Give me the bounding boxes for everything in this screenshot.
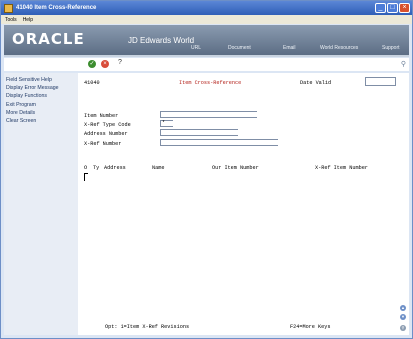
menu-tools[interactable]: Tools (5, 17, 17, 23)
grid-header-o: O (84, 165, 88, 171)
minimize-icon[interactable]: _ (375, 3, 386, 13)
form-title: Item Cross-Reference (179, 80, 242, 86)
menu-bar: Tools Help (1, 15, 412, 24)
nav-url[interactable]: URL (191, 45, 201, 51)
jde-world-logo: JD Edwards World (128, 36, 195, 45)
grid-header-ty: Ty (93, 165, 100, 171)
right-tool-strip: ▲ ▼ ⚲ (398, 73, 409, 335)
maximize-icon[interactable]: □ (387, 3, 398, 13)
sidebar-item-field-sensitive-help[interactable]: Field Sensitive Help (4, 76, 78, 84)
nav-document[interactable]: Document (228, 45, 251, 51)
footer-function-keys: F24=More Keys (290, 324, 331, 330)
grid-option-input[interactable] (84, 173, 88, 181)
sidebar-item-display-functions[interactable]: Display Functions (4, 92, 78, 100)
sidebar-item-display-error-message[interactable]: Display Error Message (4, 84, 78, 92)
grid-header-our-item: Our Item Number (212, 165, 259, 171)
xref-type-code-label: X-Ref Type Code (84, 122, 131, 128)
grid-header-xref-item: X-Ref Item Number (315, 165, 368, 171)
xref-type-code-input[interactable]: * (160, 120, 173, 127)
sidebar-item-more-details[interactable]: More Details (4, 109, 78, 117)
xref-number-input[interactable] (160, 139, 278, 146)
address-number-input[interactable] (160, 129, 238, 136)
xref-number-label: X-Ref Number (84, 141, 122, 147)
app-icon (4, 3, 13, 13)
cancel-x-icon[interactable]: × (101, 60, 109, 68)
close-icon[interactable]: × (399, 3, 410, 13)
program-id: 41040 (84, 80, 100, 86)
header-nav: URL Document Email World Resources Suppo… (4, 45, 409, 55)
function-sidebar: Field Sensitive Help Display Error Messa… (4, 73, 78, 335)
search-icon[interactable]: ⚲ (401, 60, 406, 68)
nav-world-resources[interactable]: World Resources (320, 45, 358, 51)
item-number-label: Item Number (84, 113, 119, 119)
footer-options: Opt: 1=Item X-Ref Revisions (105, 324, 190, 330)
sidebar-item-clear-screen[interactable]: Clear Screen (4, 117, 78, 125)
toolbar: ✓ × ? ⚲ (4, 58, 409, 71)
ok-check-icon[interactable]: ✓ (88, 60, 96, 68)
sidebar-item-exit-program[interactable]: Exit Program (4, 101, 78, 109)
nav-email[interactable]: Email (283, 45, 296, 51)
oracle-header: ORACLE JD Edwards World URL Document Ema… (4, 25, 409, 57)
page-down-icon[interactable]: ▼ (400, 314, 406, 320)
window-controls: _ □ × (375, 3, 410, 13)
title-bar: 41040 Item Cross-Reference _ □ × (1, 1, 412, 15)
date-valid-input[interactable] (365, 77, 396, 86)
window-title: 41040 Item Cross-Reference (16, 5, 97, 11)
date-valid-label: Date Valid (300, 80, 332, 86)
grid-header-address: Address (104, 165, 126, 171)
form-area: 41040 Item Cross-Reference Date Valid It… (78, 73, 398, 335)
zoom-icon[interactable]: ⚲ (400, 325, 406, 331)
page-up-icon[interactable]: ▲ (400, 305, 406, 311)
address-number-label: Address Number (84, 131, 128, 137)
grid-header-name: Name (152, 165, 165, 171)
help-icon[interactable]: ? (118, 59, 122, 66)
app-window: 41040 Item Cross-Reference _ □ × Tools H… (0, 0, 413, 339)
menu-help[interactable]: Help (23, 17, 33, 23)
nav-support[interactable]: Support (382, 45, 400, 51)
item-number-input[interactable] (160, 111, 257, 118)
